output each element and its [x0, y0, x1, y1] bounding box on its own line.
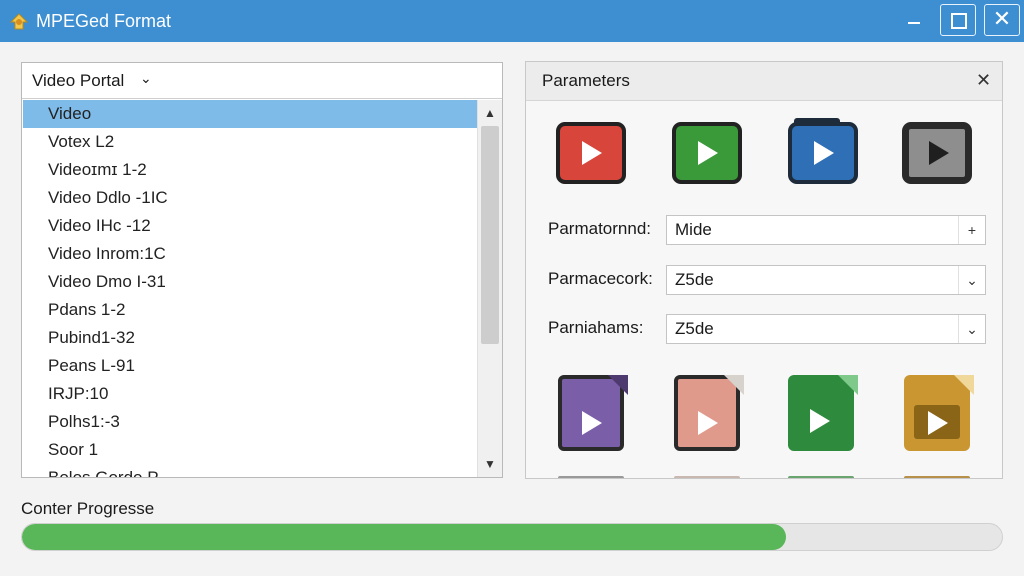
param-row-3: Parniahams: Z5de ⌄ — [548, 314, 988, 344]
param-select-3[interactable]: Z5de ⌄ — [666, 314, 986, 344]
list-scrollbar[interactable]: ▲ ▼ — [477, 100, 502, 477]
progress-label: Conter Progresse — [21, 499, 155, 518]
parameters-close-button[interactable]: ✕ — [976, 70, 991, 90]
chevron-down-icon[interactable]: ⌄ — [958, 315, 985, 343]
file-fold — [838, 375, 858, 395]
play-icon — [928, 411, 948, 435]
video-list: Video Votex L2 Videoɪmɪ 1-2 Video Ddlo -1IC… — [23, 100, 477, 477]
parameters-title: Parameters — [542, 71, 630, 90]
green-video-icon[interactable] — [672, 122, 742, 186]
scroll-down-arrow-icon[interactable]: ▼ — [478, 453, 502, 475]
file-fold — [608, 375, 628, 395]
parameters-header: Parameters ✕ — [526, 62, 1002, 101]
list-item[interactable]: Votex L2 — [23, 128, 477, 156]
list-item[interactable]: Videoɪmɪ 1-2 — [23, 156, 477, 184]
list-item[interactable]: Video Ddlo -1IC — [23, 184, 477, 212]
scrollbar-thumb[interactable] — [481, 126, 499, 344]
green-video-file-icon[interactable] — [788, 375, 858, 453]
play-icon — [929, 141, 949, 165]
param-value: Mide — [675, 220, 712, 239]
app-logo-icon — [9, 13, 29, 30]
maximize-button[interactable] — [940, 4, 976, 36]
window-title: MPEGed Format — [36, 11, 172, 31]
scroll-up-arrow-icon[interactable]: ▲ — [478, 102, 502, 124]
gray-video-icon[interactable] — [902, 122, 972, 186]
list-item[interactable]: Video — [23, 100, 477, 128]
title-bar: MPEGed Format ✕ — [0, 0, 1024, 42]
gold-video-file-icon[interactable] — [904, 375, 974, 453]
list-item[interactable]: Bolos Gordo P — [23, 464, 477, 477]
partial-icon-hint — [674, 476, 740, 478]
list-item[interactable]: Video IHc -12 — [23, 212, 477, 240]
parameters-panel: Parameters ✕ Parmatornnd: Mide + Parmace… — [525, 61, 1003, 479]
play-icon — [698, 141, 718, 165]
param-label: Parniahams: — [548, 318, 644, 337]
list-item[interactable]: Peans L-91 — [23, 352, 477, 380]
param-label: Parmatornnd: — [548, 219, 651, 238]
play-icon — [698, 411, 718, 435]
list-item[interactable]: Polhs1:-3 — [23, 408, 477, 436]
increment-button[interactable]: + — [958, 216, 985, 244]
partial-icon-hint — [788, 476, 854, 478]
progress-bar — [21, 523, 1003, 551]
video-portal-panel: Video Portal ⌄ Video Votex L2 Videoɪmɪ 1-2… — [21, 62, 503, 478]
video-portal-dropdown[interactable]: Video Portal ⌄ — [22, 63, 502, 99]
purple-video-file-icon[interactable] — [558, 375, 628, 453]
close-button[interactable]: ✕ — [984, 4, 1020, 36]
file-fold — [724, 375, 744, 395]
list-item[interactable]: Video Inrom:1C — [23, 240, 477, 268]
play-icon — [814, 141, 834, 165]
partial-icon-hint — [904, 476, 970, 478]
play-icon — [582, 411, 602, 435]
param-value: Z5de — [675, 270, 714, 289]
param-row-1: Parmatornnd: Mide + — [548, 215, 988, 245]
partial-icon-hint — [558, 476, 624, 478]
video-portal-dropdown-label: Video Portal — [32, 71, 125, 90]
pink-video-file-icon[interactable] — [674, 375, 744, 453]
list-item[interactable]: Pubind1-32 — [23, 324, 477, 352]
chevron-down-icon[interactable]: ⌄ — [958, 266, 985, 294]
minimize-button[interactable] — [900, 4, 928, 36]
play-icon — [810, 409, 830, 433]
param-label: Parmacecork: — [548, 269, 653, 288]
play-icon — [582, 141, 602, 165]
progress-fill — [22, 524, 787, 550]
blue-video-icon[interactable] — [788, 118, 858, 184]
list-item[interactable]: Video Dmo I-31 — [23, 268, 477, 296]
param-select-2[interactable]: Z5de ⌄ — [666, 265, 986, 295]
clapper-top — [794, 118, 840, 126]
param-input-1[interactable]: Mide + — [666, 215, 986, 245]
param-row-2: Parmacecork: Z5de ⌄ — [548, 265, 988, 295]
file-fold — [954, 375, 974, 395]
list-item[interactable]: Pdans 1-2 — [23, 296, 477, 324]
chevron-down-icon: ⌄ — [140, 70, 152, 86]
list-item[interactable]: IRJP:10 — [23, 380, 477, 408]
list-item[interactable]: Soor 1 — [23, 436, 477, 464]
param-value: Z5de — [675, 319, 714, 338]
red-video-icon[interactable] — [556, 122, 626, 186]
